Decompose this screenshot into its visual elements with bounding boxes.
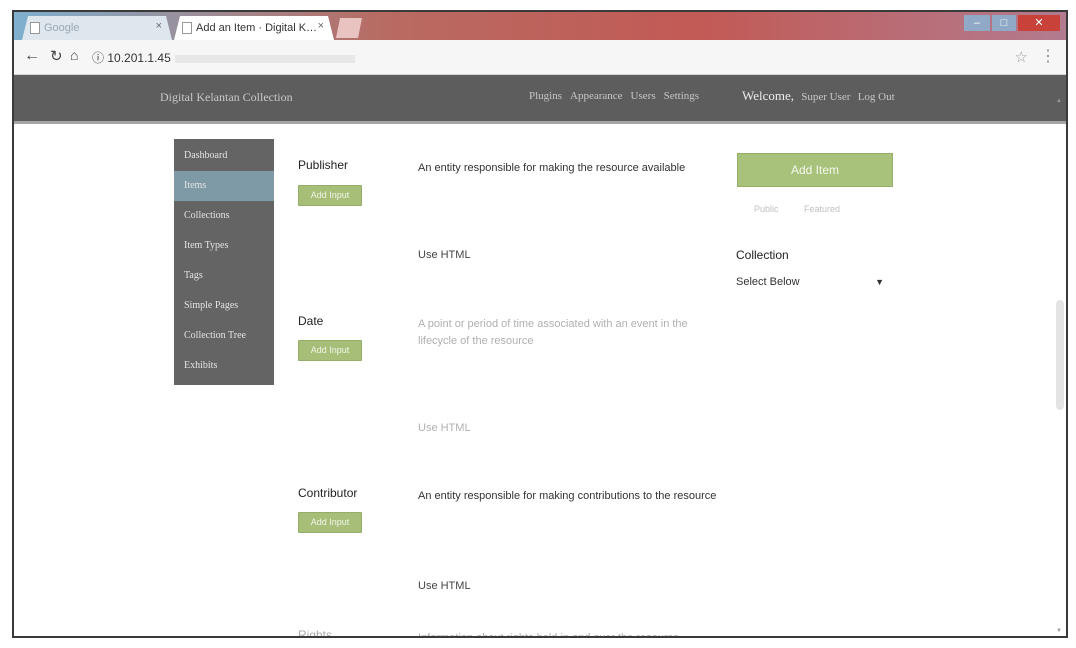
field-description-contributor: An entity responsible for making contrib… <box>418 490 717 502</box>
nav-settings[interactable]: Settings <box>664 90 699 102</box>
bookmark-star-icon[interactable]: ☆ <box>1015 48 1028 66</box>
new-tab-button[interactable] <box>336 18 362 38</box>
sidebar-item-exhibits[interactable]: Exhibits <box>174 351 274 381</box>
field-label-publisher: Publisher <box>298 158 349 172</box>
add-input-button-date[interactable]: Add Input <box>298 340 362 361</box>
admin-header: Digital Kelantan Collection Plugins Appe… <box>14 75 1066 124</box>
add-item-button[interactable]: Add Item <box>737 153 893 187</box>
welcome-area: Welcome, Super User Log Out <box>742 88 895 104</box>
logout-link[interactable]: Log Out <box>858 91 895 103</box>
sidebar-nav: Dashboard Items Collections Item Types T… <box>174 139 274 385</box>
collection-label: Collection <box>736 248 789 262</box>
reload-icon[interactable]: ↻ <box>50 47 63 65</box>
back-arrow-icon[interactable]: ← <box>24 47 40 65</box>
page-scrollbar-thumb[interactable] <box>1056 300 1064 410</box>
field-description-publisher: An entity responsible for making the res… <box>418 162 686 174</box>
address-bar-row: ← ↻ ⌂ ⓘ 10.201.1.45 ☆ ⋮ <box>14 40 1066 75</box>
use-html-checkbox-date[interactable]: Use HTML <box>418 422 471 434</box>
close-icon[interactable]: × <box>156 20 162 32</box>
tab-label: Add an Item · Digital K… <box>196 22 318 34</box>
add-input-button-publisher[interactable]: Add Input <box>298 185 362 206</box>
field-label-contributor: Contributor <box>298 486 358 500</box>
sidebar-item-items[interactable]: Items <box>174 171 274 201</box>
url-text: 10.201.1.45 <box>107 51 171 65</box>
site-title[interactable]: Digital Kelantan Collection <box>160 90 293 105</box>
featured-checkbox[interactable]: Featured <box>804 204 840 214</box>
tab-google[interactable]: Google × <box>22 16 172 40</box>
sidebar-item-simple-pages[interactable]: Simple Pages <box>174 291 274 321</box>
google-favicon-icon <box>30 22 40 34</box>
tab-label: Google <box>44 22 80 34</box>
user-link[interactable]: Super User <box>801 91 850 103</box>
url-path-blurred <box>174 54 355 63</box>
sidebar-item-item-types[interactable]: Item Types <box>174 231 274 261</box>
tab-add-item[interactable]: Add an Item · Digital K… × <box>174 16 334 40</box>
use-html-checkbox-publisher[interactable]: Use HTML <box>418 249 471 261</box>
welcome-text: Welcome, <box>742 88 795 103</box>
close-icon[interactable]: × <box>318 20 324 32</box>
field-description-date: A point or period of time associated wit… <box>418 318 688 347</box>
sidebar-item-collection-tree[interactable]: Collection Tree <box>174 321 274 351</box>
field-label-rights: Rights <box>298 628 333 638</box>
sidebar-item-collections[interactable]: Collections <box>174 201 274 231</box>
sidebar-item-tags[interactable]: Tags <box>174 261 274 291</box>
window-controls: – □ ✕ <box>964 15 1060 31</box>
info-icon: ⓘ <box>92 51 105 65</box>
page-icon <box>182 22 192 34</box>
nav-users[interactable]: Users <box>631 90 656 102</box>
address-bar[interactable]: ⓘ 10.201.1.45 <box>92 49 355 66</box>
sidebar-item-dashboard[interactable]: Dashboard <box>174 141 274 171</box>
nav-plugins[interactable]: Plugins <box>529 90 562 102</box>
field-description-rights: Information about rights held in and ove… <box>418 632 680 638</box>
menu-dots-icon[interactable]: ⋮ <box>1040 46 1056 66</box>
home-icon[interactable]: ⌂ <box>70 47 78 63</box>
nav-appearance[interactable]: Appearance <box>570 90 623 102</box>
field-label-date: Date <box>298 314 324 328</box>
dropdown-arrow-icon: ▼ <box>875 277 884 287</box>
maximize-button[interactable]: □ <box>992 15 1016 31</box>
main-content: Dashboard Items Collections Item Types T… <box>14 98 1066 638</box>
collection-select[interactable]: Select Below ▼ <box>736 272 888 292</box>
use-html-checkbox-contributor[interactable]: Use HTML <box>418 580 471 592</box>
add-input-button-contributor[interactable]: Add Input <box>298 512 362 533</box>
screenshot-frame: Google × Add an Item · Digital K… × – □ … <box>12 10 1068 638</box>
browser-tab-strip: Google × Add an Item · Digital K… × – □ … <box>14 12 1066 40</box>
minimize-button[interactable]: – <box>964 15 990 31</box>
top-nav: Plugins Appearance Users Settings <box>529 90 699 102</box>
public-checkbox[interactable]: Public <box>754 204 779 214</box>
window-close-button[interactable]: ✕ <box>1018 15 1060 31</box>
scroll-down-arrow-icon[interactable]: ▼ <box>1056 628 1062 634</box>
collection-select-value: Select Below <box>736 276 800 288</box>
scroll-up-arrow-icon[interactable]: ▲ <box>1056 98 1062 104</box>
